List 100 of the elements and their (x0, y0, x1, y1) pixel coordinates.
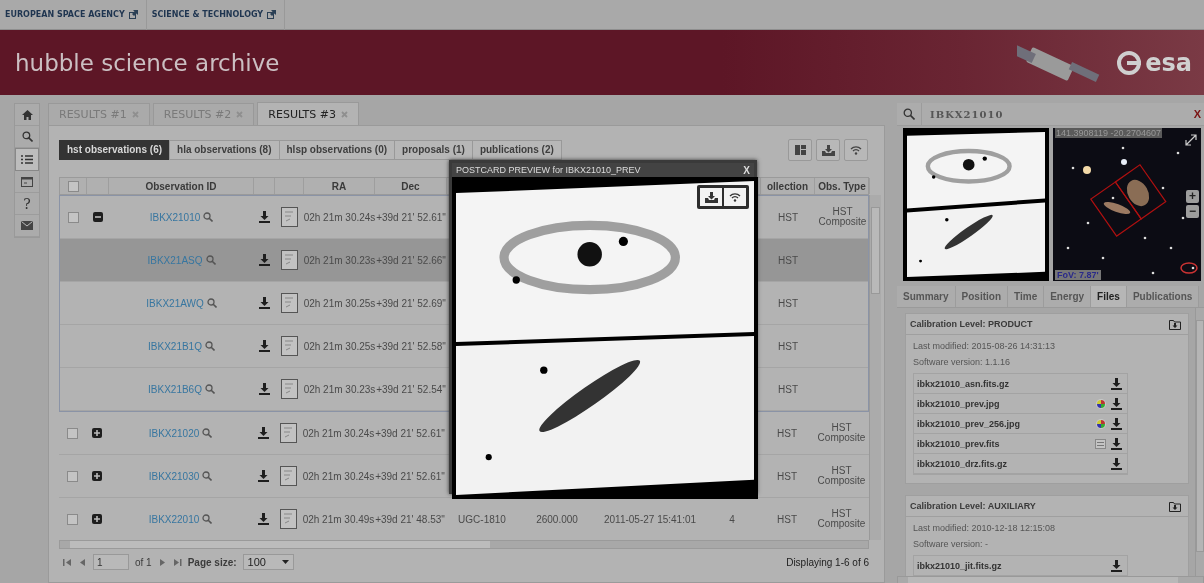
category-tab[interactable]: proposals (1) (394, 140, 473, 160)
download-all-button[interactable] (1169, 500, 1181, 512)
zoom-out-button[interactable]: − (1186, 205, 1199, 218)
next-page-icon[interactable] (157, 557, 167, 567)
download-icon[interactable] (1111, 397, 1122, 410)
search-icon (21, 131, 33, 142)
logo-mark-icon (1117, 50, 1142, 75)
checkbox[interactable] (67, 180, 79, 192)
observation-link[interactable]: IBKX22010 (148, 513, 200, 525)
table-cell: 02h 21m 30.23s (303, 254, 376, 266)
section-title: Calibration Level: AUXILIARY (910, 501, 1036, 511)
thumbnail-icon (281, 336, 298, 356)
download-icon[interactable] (1111, 377, 1122, 390)
table-cell: 02h 21m 30.24s (302, 470, 375, 482)
collapse-icon[interactable] (93, 212, 103, 222)
table-cell-text: HST Composite (816, 423, 867, 443)
first-page-icon[interactable] (63, 557, 72, 567)
detail-tab[interactable]: Time (1008, 286, 1045, 307)
image-toolbar-button[interactable] (700, 188, 722, 206)
file-name: ibkx21010_prev_256.jpg (917, 418, 1021, 429)
table-cell: HST (778, 383, 798, 395)
zoom-in-button[interactable]: + (1186, 190, 1199, 203)
download-all-button[interactable] (1169, 318, 1181, 330)
top-link[interactable]: EUROPEAN SPACE AGENCY (0, 0, 147, 30)
thumbnail-icon (280, 423, 297, 443)
vertical-scrollbar[interactable] (1195, 308, 1204, 576)
thumbnail-icon (280, 509, 297, 529)
table-cell-text: HST Composite (817, 207, 868, 227)
table-cell: HST (778, 254, 798, 266)
search-icon (202, 471, 213, 481)
search-icon (204, 384, 215, 394)
table-cell-text: HST Composite (816, 509, 867, 529)
checkbox[interactable] (67, 427, 78, 439)
toolbar-button[interactable] (844, 139, 868, 161)
field-of-view-label: FoV: 7.87' (1055, 270, 1101, 280)
category-tab[interactable]: hst observations (6) (59, 140, 171, 160)
image-toolbar-button[interactable] (724, 188, 746, 206)
detail-tab[interactable]: Publications (1126, 286, 1200, 307)
observation-link[interactable]: IBKX21020 (148, 427, 200, 439)
detail-tab[interactable]: Position (955, 286, 1009, 307)
sidebar-button[interactable]: ? (15, 193, 39, 215)
detail-tab[interactable]: Summary (897, 286, 956, 307)
table-cell: +39d 21' 52.61" (375, 427, 445, 439)
close-button[interactable]: X (1193, 108, 1201, 120)
observation-link[interactable]: IBKX21030 (148, 470, 200, 482)
download-icon[interactable] (1111, 559, 1122, 572)
file-name: ibkx21010_prev.fits (917, 438, 1000, 449)
expand-icon[interactable] (92, 471, 102, 481)
table-cell: 02h 21m 30.25s (303, 340, 376, 352)
results-tab[interactable]: RESULTS #3 (257, 102, 359, 125)
expand-icon[interactable] (92, 428, 102, 438)
download-icon (259, 383, 270, 395)
expand-icon (1185, 134, 1197, 146)
table-cell: 2011-05-27 15:41:01 (603, 513, 697, 525)
folder-download-icon (1169, 500, 1181, 512)
toolbar-button[interactable] (788, 139, 812, 161)
last-page-icon[interactable] (172, 557, 182, 567)
table-cell: +39d 21' 48.53" (375, 513, 445, 525)
detail-tab[interactable]: Energy (1044, 286, 1092, 307)
observation-link[interactable]: IBKX21AWQ (146, 297, 204, 309)
column-header: Observation ID (145, 180, 217, 192)
download-icon[interactable] (1111, 437, 1122, 450)
page-field[interactable]: 1 (93, 554, 129, 570)
file-name: ibkx21010_jit.fits.gz (917, 560, 1002, 571)
download-icon[interactable] (1111, 457, 1122, 470)
observation-link[interactable]: IBKX21010 (149, 211, 201, 223)
toolbar-button[interactable] (816, 139, 840, 161)
caret-icon (281, 560, 289, 564)
table-cell: 4 (729, 513, 735, 525)
thumbnail-icon (281, 250, 298, 270)
download-icon (258, 470, 269, 482)
sidebar-button[interactable] (15, 148, 39, 171)
software-version: Software version: - (913, 539, 990, 549)
search-icon (203, 212, 214, 222)
column-header: Obs. Type (818, 180, 866, 192)
download-icon (259, 340, 270, 352)
table-cell: 02h 21m 30.24s (303, 211, 376, 223)
category-tab[interactable]: hla observations (8) (169, 140, 280, 160)
download-icon[interactable] (1111, 417, 1122, 430)
table-cell: 2600.000 (536, 513, 578, 525)
horizontal-scrollbar[interactable] (897, 576, 1204, 583)
category-tab[interactable]: hlsp observations (0) (278, 140, 396, 160)
observation-link[interactable]: IBKX21B6Q (148, 383, 202, 395)
checkbox[interactable] (67, 470, 78, 482)
checkbox[interactable] (68, 211, 79, 223)
table-cell: HST (778, 297, 798, 309)
page-size-select[interactable]: 100 (242, 554, 294, 570)
expand-icon[interactable] (92, 514, 102, 524)
checkbox[interactable] (67, 513, 78, 525)
previous-page-icon[interactable] (78, 557, 87, 567)
thumbnail-icon (281, 379, 298, 399)
detail-tab[interactable]: Files (1091, 286, 1127, 307)
table-cell: 02h 21m 30.23s (303, 383, 376, 395)
close-button[interactable]: X (743, 164, 750, 176)
column-header: RA (331, 180, 347, 192)
category-tab[interactable]: publications (2) (471, 140, 562, 160)
observation-link[interactable]: IBKX21B1Q (148, 340, 202, 352)
horizontal-scrollbar[interactable] (59, 540, 869, 549)
top-link[interactable]: SCIENCE & TECHNOLOGY (146, 0, 286, 30)
vertical-scrollbar[interactable] (869, 195, 881, 540)
